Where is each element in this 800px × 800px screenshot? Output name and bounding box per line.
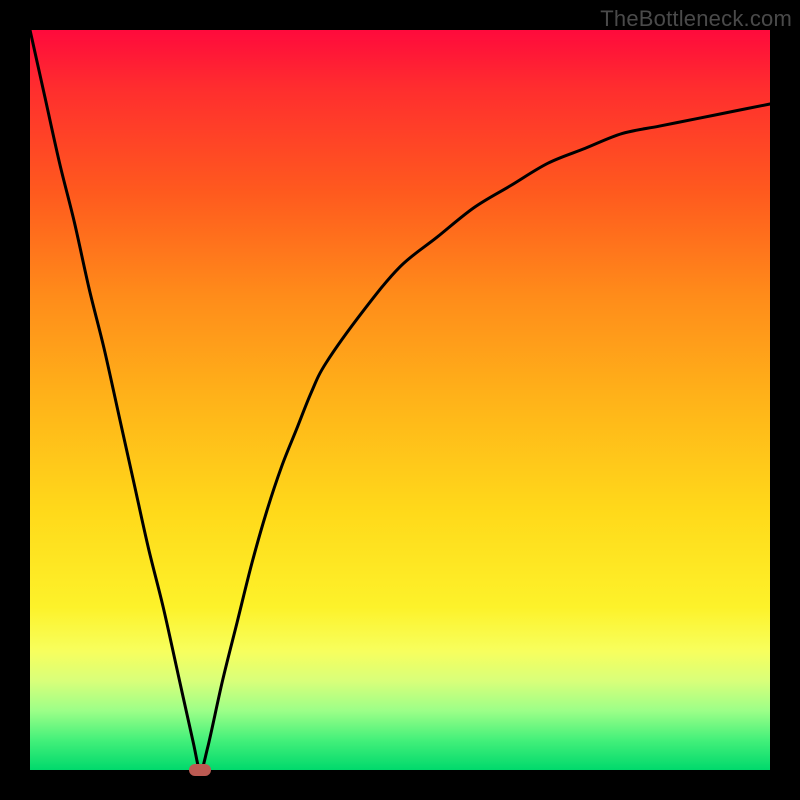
chart-frame: TheBottleneck.com [0,0,800,800]
bottleneck-curve [30,30,770,770]
plot-area [30,30,770,770]
minimum-marker [189,764,211,776]
watermark-text: TheBottleneck.com [600,6,792,32]
